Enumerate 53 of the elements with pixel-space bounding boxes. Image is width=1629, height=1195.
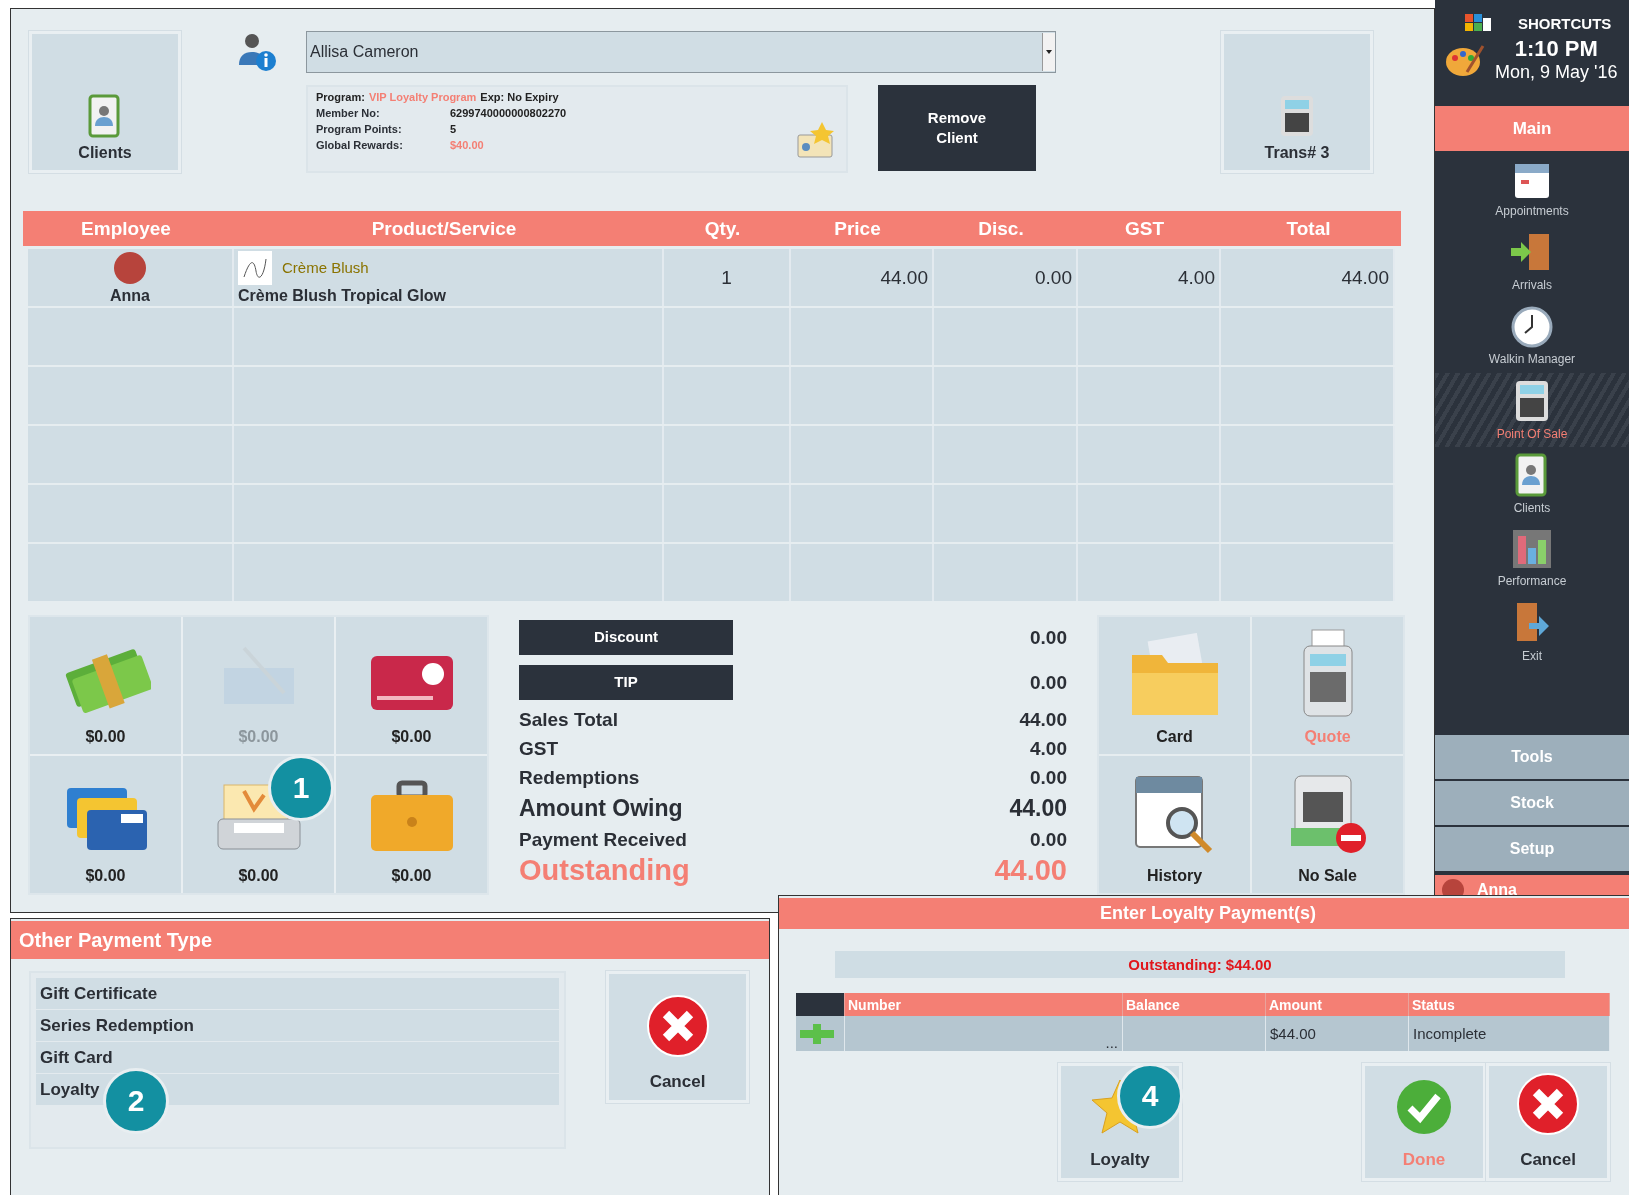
summary-value: 44.00 <box>994 854 1067 887</box>
column-header: Amount <box>1266 993 1409 1016</box>
summary-value: 44.00 <box>1009 795 1067 822</box>
gst-cell: 4.00 <box>1078 249 1221 306</box>
clock-time: 1:10 PM <box>1514 36 1598 62</box>
status-cell: Incomplete <box>1409 1016 1610 1051</box>
column-header: Balance <box>1123 993 1266 1016</box>
column-header: Number <box>845 993 1123 1016</box>
summary-label: Sales Total <box>519 708 618 731</box>
program-name: VIP Loyalty Program <box>368 91 477 103</box>
info-value: 6299740000000802270 <box>450 107 567 119</box>
summary-label: GST <box>519 737 559 760</box>
summary-value: 0.00 <box>1030 671 1067 694</box>
column-header: GST <box>1123 217 1166 240</box>
summary-value: 0.00 <box>1030 828 1067 851</box>
summary-label: Redemptions <box>519 766 640 789</box>
step-callout-tooltip: 2 <box>103 1068 169 1134</box>
column-header: Disc. <box>977 217 1025 240</box>
summary-value: 4.00 <box>1030 737 1067 760</box>
price-cell: 44.00 <box>791 249 934 306</box>
info-label: Program Points: <box>316 123 403 135</box>
number-cell: ... <box>845 1016 1123 1051</box>
shortcuts-title: SHORTCUTS <box>1518 14 1612 32</box>
outstanding-banner: Outstanding: $44.00 <box>835 951 1565 978</box>
product-category: Crème Blush <box>282 259 369 276</box>
amount-cell: $44.00 <box>1266 1016 1409 1051</box>
column-header: Employee <box>80 217 172 240</box>
summary-label: Payment Received <box>519 828 687 851</box>
summary-label: Amount Owing <box>519 795 683 822</box>
info-value: 5 <box>450 123 457 135</box>
user-name: Anna <box>1477 881 1517 899</box>
info-value: $40.00 <box>450 139 484 151</box>
column-header: Total <box>1285 217 1332 240</box>
info-label: Global Rewards: <box>316 139 404 151</box>
info-label: Member No: <box>316 107 381 119</box>
summary-value: 0.00 <box>1030 626 1067 649</box>
column-header: Status <box>1409 993 1610 1016</box>
expiry-text: Exp: No Expiry <box>480 91 559 103</box>
summary-value: 0.00 <box>1030 766 1067 789</box>
summary-value: 44.00 <box>1019 708 1067 731</box>
employee-name: Anna <box>110 286 150 305</box>
summary-label: Outstanding <box>519 854 690 887</box>
total-cell: 44.00 <box>1221 249 1395 306</box>
info-label: Program: <box>316 91 365 103</box>
column-header: Price <box>833 217 882 240</box>
dialog-title: Enter Loyalty Payment(s) <box>779 898 1629 929</box>
column-header: Qty. <box>703 217 742 240</box>
clock-date: Mon, 9 May '16 <box>1495 62 1618 83</box>
product-name: Crème Blush Tropical Glow <box>238 286 447 305</box>
dialog-title: Other Payment Type <box>11 921 769 959</box>
column-header: Product/Service <box>370 217 518 240</box>
discount-cell: 0.00 <box>934 249 1078 306</box>
qty-cell: 1 <box>664 249 791 306</box>
